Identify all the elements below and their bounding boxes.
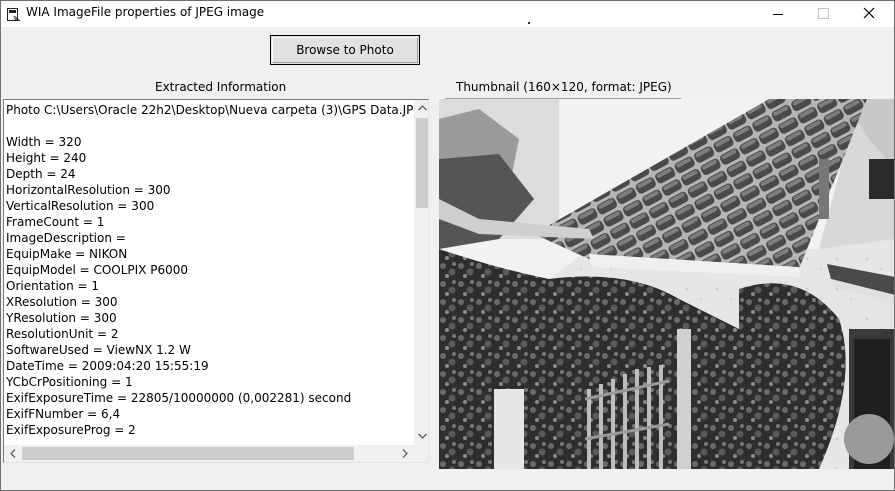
window-title: WIA ImageFile properties of JPEG image — [26, 5, 265, 19]
title-bar[interactable]: WIA ImageFile properties of JPEG image — [1, 1, 894, 27]
info-textbox[interactable]: Photo C:\Users\Oracle 22h2\Desktop\Nueva… — [3, 99, 429, 463]
maximize-icon — [818, 8, 829, 19]
info-line: DateTime = 2009:04:20 15:55:19 — [6, 359, 209, 373]
info-line: ExifFNumber = 6,4 — [6, 407, 121, 421]
info-line: YResolution = 300 — [6, 311, 117, 325]
horizontal-scroll-thumb[interactable] — [22, 447, 354, 460]
info-line: XResolution = 300 — [6, 295, 118, 309]
thumbnail-image — [439, 99, 894, 469]
arrow-up-icon[interactable] — [418, 105, 427, 111]
info-line: Height = 240 — [6, 151, 87, 165]
info-line: VerticalResolution = 300 — [6, 199, 155, 213]
app-window-icon — [7, 7, 21, 22]
info-line: YCbCrPositioning = 1 — [6, 375, 133, 389]
extracted-info-label: Extracted Information — [155, 80, 287, 94]
info-line: Width = 320 — [6, 135, 82, 149]
info-line: FrameCount = 1 — [6, 215, 105, 229]
info-line: Photo C:\Users\Oracle 22h2\Desktop\Nueva… — [6, 103, 414, 117]
info-lines: Photo C:\Users\Oracle 22h2\Desktop\Nueva… — [6, 102, 414, 444]
browse-button[interactable]: Browse to Photo — [270, 35, 420, 65]
vertical-scroll-thumb[interactable] — [416, 118, 428, 208]
horizontal-scrollbar[interactable] — [4, 445, 414, 462]
scrollbar-corner — [414, 445, 428, 462]
info-line: ImageDescription = — [6, 231, 126, 245]
browse-button-label: Browse to Photo — [272, 37, 418, 63]
thumbnail-label: Thumbnail (160×120, format: JPEG) — [456, 80, 672, 94]
close-button[interactable] — [847, 1, 892, 27]
info-line: EquipMake = NIKON — [6, 247, 128, 261]
title-dot — [528, 22, 530, 24]
close-icon — [863, 7, 875, 19]
arrow-right-icon[interactable] — [402, 449, 408, 458]
info-line: ResolutionUnit = 2 — [6, 327, 119, 341]
minimize-icon — [773, 14, 783, 15]
minimize-button[interactable] — [755, 1, 800, 27]
info-line: HorizontalResolution = 300 — [6, 183, 171, 197]
arrow-down-icon[interactable] — [418, 433, 427, 439]
info-line: ExifExposureProg = 2 — [6, 423, 136, 437]
info-line: Orientation = 1 — [6, 279, 100, 293]
info-line: Depth = 24 — [6, 167, 76, 181]
info-line: SoftwareUsed = ViewNX 1.2 W — [6, 343, 191, 357]
main-window: WIA ImageFile properties of JPEG image B… — [0, 0, 895, 491]
info-line: EquipModel = COOLPIX P6000 — [6, 263, 189, 277]
vertical-scrollbar[interactable] — [414, 100, 428, 445]
info-line: ExifExposureTime = 22805/10000000 (0,002… — [6, 391, 352, 405]
arrow-left-icon[interactable] — [10, 449, 16, 458]
info-line — [6, 118, 414, 134]
maximize-button[interactable] — [801, 1, 846, 27]
